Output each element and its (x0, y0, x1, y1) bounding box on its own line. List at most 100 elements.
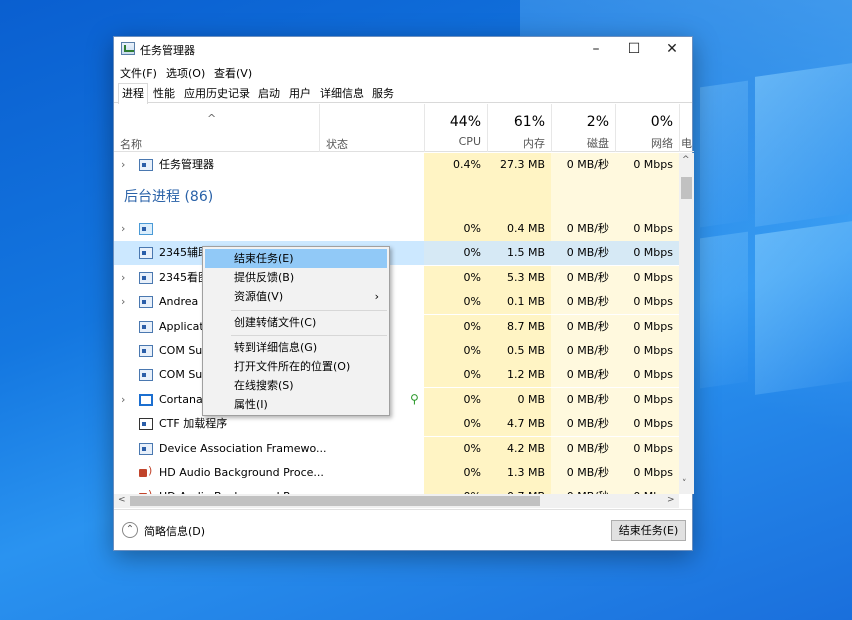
windows-logo-pane (700, 80, 748, 228)
table-row[interactable]: › 2345看图 0% 5.3 MB 0 MB/秒 0 Mbps (114, 265, 679, 290)
cpu-cell: 0% (424, 436, 487, 461)
cpu-cell: 0% (424, 314, 487, 339)
cpu-cell: 0% (424, 265, 487, 290)
col-cpu[interactable]: 44% CPU (424, 104, 487, 152)
memory-cell (487, 177, 551, 217)
menu-file[interactable]: 文件(F) (120, 65, 157, 81)
table-row[interactable]: › 0% 0.4 MB 0 MB/秒 0 Mbps (114, 217, 679, 241)
ctx-go-to-details[interactable]: 转到详细信息(G) (205, 338, 387, 357)
memory-cell: 0.4 MB (487, 217, 551, 241)
network-cell: 0 Mbps (615, 265, 679, 290)
vertical-scroll-thumb[interactable] (681, 177, 692, 199)
tab-performance[interactable]: 性能 (149, 83, 179, 103)
cpu-cell: 0% (424, 412, 487, 437)
disk-total: 2% (586, 114, 609, 130)
horizontal-scroll-thumb[interactable] (130, 496, 540, 506)
end-task-button[interactable]: 结束任务(E) (611, 520, 686, 541)
disk-cell: 0 MB/秒 (551, 412, 615, 437)
expand-icon[interactable]: › (121, 153, 125, 177)
tab-processes[interactable]: 进程 (118, 83, 148, 104)
table-row[interactable]: Applicati 0% 8.7 MB 0 MB/秒 0 Mbps (114, 314, 679, 339)
tab-details[interactable]: 详细信息 (316, 83, 368, 103)
ctx-resource-values[interactable]: 资源值(V) › (205, 287, 387, 306)
gear-icon (139, 223, 153, 235)
network-label: 网络 (651, 137, 673, 150)
process-name: Cortana (159, 392, 203, 406)
scroll-left-icon[interactable]: < (118, 495, 126, 505)
table-row[interactable]: HD Audio Background Proce... 0%1.3 MB0 MB… (114, 461, 679, 485)
ctx-open-file-location[interactable]: 打开文件所在的位置(O) (205, 357, 387, 376)
ctf-icon (139, 418, 153, 431)
ctx-properties[interactable]: 属性(I) (205, 395, 387, 414)
col-name[interactable]: ^ 名称 (114, 104, 319, 152)
table-row[interactable]: 2345辅助进程 (32 位)0%1.5 MB0 MB/秒0 Mbps (114, 241, 679, 266)
tab-users[interactable]: 用户 (285, 83, 315, 103)
ctx-feedback[interactable]: 提供反馈(B) (205, 268, 387, 287)
scroll-right-icon[interactable]: > (667, 495, 675, 505)
title-bar[interactable]: 任务管理器 – ☐ ✕ (114, 37, 692, 61)
horizontal-scrollbar[interactable]: < > (114, 494, 679, 508)
ctx-create-dump[interactable]: 创建转储文件(C) (205, 313, 387, 332)
app-window-icon (139, 296, 153, 309)
menu-bar: 文件(F) 选项(O) 查看(V) (114, 63, 692, 81)
cpu-cell: 0% (424, 461, 487, 485)
cpu-cell: 0% (424, 387, 487, 412)
col-memory[interactable]: 61% 内存 (487, 104, 551, 152)
close-button[interactable]: ✕ (653, 37, 691, 61)
memory-cell: 4.2 MB (487, 436, 551, 461)
ctx-search-online[interactable]: 在线搜索(S) (205, 376, 387, 395)
memory-cell: 0.1 MB (487, 290, 551, 315)
memory-cell: 0.7 MB (487, 485, 551, 494)
expand-icon[interactable]: › (121, 388, 125, 412)
cpu-cell: 0% (424, 339, 487, 363)
scroll-down-icon[interactable]: ˅ (682, 479, 687, 489)
memory-cell: 8.7 MB (487, 314, 551, 339)
disk-cell: 0 MB/秒 (551, 314, 615, 339)
task-manager-window: 任务管理器 – ☐ ✕ 文件(F) 选项(O) 查看(V) 进程 性能 应用历史… (113, 36, 694, 551)
vertical-scrollbar[interactable]: ^ ˅ (679, 153, 694, 494)
col-network[interactable]: 0% 网络 (615, 104, 679, 152)
memory-label: 内存 (523, 137, 545, 150)
menu-options[interactable]: 选项(O) (166, 65, 205, 81)
table-row[interactable]: COM Su 0% 0.5 MB 0 MB/秒 0 Mbps (114, 339, 679, 363)
table-row[interactable]: › Cortana ⚲ 0% 0 MB 0 MB/秒 0 Mbps (114, 387, 679, 412)
disk-cell: 0 MB/秒 (551, 485, 615, 494)
table-row[interactable]: Device Association Framewo... 0% 4.2 MB 0 M… (114, 436, 679, 461)
less-details-link[interactable]: 简略信息(D) (144, 523, 205, 539)
col-power[interactable]: 电 (679, 104, 694, 152)
chevron-up-icon[interactable]: ⌃ (122, 522, 138, 538)
menu-view[interactable]: 查看(V) (214, 65, 252, 81)
network-cell (615, 177, 679, 217)
network-cell: 0 Mbps (615, 314, 679, 339)
ctx-end-task[interactable]: 结束任务(E) (205, 249, 387, 268)
table-row[interactable]: CTF 加载程序 0% 4.7 MB 0 MB/秒 0 Mbps (114, 412, 679, 437)
cpu-cell: 0% (424, 241, 487, 266)
menu-divider (231, 310, 387, 311)
network-cell: 0 Mbps (615, 485, 679, 494)
minimize-button[interactable]: – (577, 37, 615, 61)
memory-cell: 4.7 MB (487, 412, 551, 437)
app-window-icon (139, 247, 153, 260)
cpu-cell: 0% (424, 363, 487, 388)
disk-cell: 0 MB/秒 (551, 339, 615, 363)
sort-caret-icon: ^ (207, 112, 217, 125)
app-window-icon (139, 271, 153, 284)
col-disk[interactable]: 2% 磁盘 (551, 104, 615, 152)
table-row[interactable]: COM Su 0% 1.2 MB 0 MB/秒 0 Mbps (114, 363, 679, 388)
table-row[interactable]: HD Audio Background Proce... 0%0.7 MB0 MB… (114, 485, 679, 494)
expand-icon[interactable]: › (121, 290, 125, 314)
expand-icon[interactable]: › (121, 217, 125, 241)
disk-cell: 0 MB/秒 (551, 241, 615, 266)
tab-services[interactable]: 服务 (368, 83, 398, 103)
col-status[interactable]: 状态 (319, 104, 424, 152)
network-cell: 0 Mbps (615, 363, 679, 388)
tab-app-history[interactable]: 应用历史记录 (180, 83, 254, 103)
expand-icon[interactable]: › (121, 266, 125, 290)
network-cell: 0 Mbps (615, 387, 679, 412)
maximize-button[interactable]: ☐ (615, 37, 653, 61)
table-row[interactable]: › Andrea f 0% 0.1 MB 0 MB/秒 0 Mbps (114, 290, 679, 315)
scroll-up-icon[interactable]: ^ (682, 155, 690, 165)
tab-startup[interactable]: 启动 (254, 83, 284, 103)
app-window-icon (139, 442, 153, 455)
table-row[interactable]: › 任务管理器 0.4% 27.3 MB 0 MB/秒 0 Mbps (114, 153, 679, 177)
